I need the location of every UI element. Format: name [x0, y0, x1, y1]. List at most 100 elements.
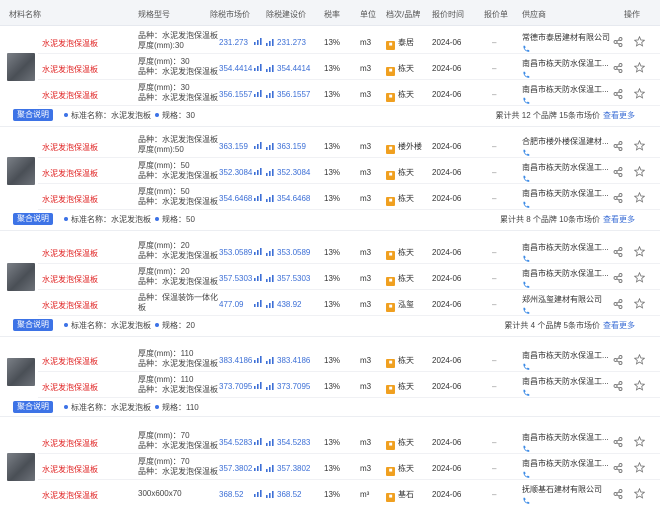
- share-icon[interactable]: [613, 381, 623, 391]
- suggest-price-value[interactable]: 354.5283: [277, 438, 310, 447]
- price-trend-icon[interactable]: [266, 301, 274, 308]
- market-price[interactable]: 354.4414: [219, 64, 252, 73]
- phone-icon[interactable]: [522, 307, 530, 315]
- market-price-value[interactable]: 368.52: [219, 490, 243, 499]
- favorite-star-icon[interactable]: [633, 191, 646, 203]
- market-price-value[interactable]: 231.273: [219, 38, 248, 47]
- material-name-link[interactable]: 水泥发泡保温板: [42, 64, 98, 75]
- view-more-link[interactable]: 查看更多: [603, 111, 635, 120]
- market-price[interactable]: 354.6468: [219, 194, 252, 203]
- suggest-price[interactable]: 357.3802: [266, 464, 310, 473]
- supplier-name-link[interactable]: 抚顺基石建材有限公司: [522, 485, 602, 494]
- supplier-name-link[interactable]: 南昌市栋天防水保温工...: [522, 351, 609, 360]
- market-price-value[interactable]: 477.09: [219, 300, 243, 309]
- supplier[interactable]: 南昌市栋天防水保温工...: [522, 350, 609, 371]
- supplier[interactable]: 南昌市栋天防水保温工...: [522, 376, 609, 397]
- phone-icon[interactable]: [522, 71, 530, 79]
- market-price-value[interactable]: 383.4186: [219, 356, 252, 365]
- market-price[interactable]: 477.09: [219, 300, 243, 309]
- material-name-link[interactable]: 水泥发泡保温板: [42, 142, 98, 153]
- material-name-link[interactable]: 水泥发泡保温板: [42, 356, 98, 367]
- suggest-price-value[interactable]: 352.3084: [277, 168, 310, 177]
- favorite-star-icon[interactable]: [633, 271, 646, 283]
- suggest-price-value[interactable]: 357.3802: [277, 464, 310, 473]
- phone-icon[interactable]: [522, 497, 530, 505]
- brand[interactable]: ■ 栋天: [386, 355, 414, 368]
- brand-name[interactable]: 栋天: [398, 248, 414, 257]
- material-name-link[interactable]: 水泥发泡保温板: [42, 490, 98, 501]
- suggest-price-value[interactable]: 354.6468: [277, 194, 310, 203]
- supplier[interactable]: 常德市泰居建材有限公司: [522, 32, 610, 53]
- price-trend-icon[interactable]: [266, 439, 274, 446]
- brand[interactable]: ■ 栋天: [386, 247, 414, 260]
- price-trend-icon[interactable]: [254, 382, 262, 389]
- suggest-price[interactable]: 368.52: [266, 490, 301, 499]
- share-icon[interactable]: [613, 299, 623, 309]
- supplier[interactable]: 南昌市栋天防水保温工...: [522, 84, 609, 105]
- supplier-name-link[interactable]: 南昌市栋天防水保温工...: [522, 85, 609, 94]
- material-name-link[interactable]: 水泥发泡保温板: [42, 274, 98, 285]
- share-icon[interactable]: [613, 141, 623, 151]
- price-trend-icon[interactable]: [254, 464, 262, 471]
- supplier-name-link[interactable]: 南昌市栋天防水保温工...: [522, 459, 609, 468]
- view-more-link[interactable]: 查看更多: [603, 321, 635, 330]
- brand-name[interactable]: 栋天: [398, 90, 414, 99]
- share-icon[interactable]: [613, 167, 623, 177]
- suggest-price-value[interactable]: 356.1557: [277, 90, 310, 99]
- price-trend-icon[interactable]: [266, 91, 274, 98]
- brand-name[interactable]: 栋天: [398, 438, 414, 447]
- supplier-name-link[interactable]: 南昌市栋天防水保温工...: [522, 163, 609, 172]
- phone-icon[interactable]: [522, 471, 530, 479]
- supplier-name-link[interactable]: 合肥市楼外楼保温建材...: [522, 137, 609, 146]
- col-suggest-price[interactable]: 除税建设价: [266, 9, 306, 20]
- material-name-link[interactable]: 水泥发泡保温板: [42, 438, 98, 449]
- material-name-link[interactable]: 水泥发泡保温板: [42, 464, 98, 475]
- share-icon[interactable]: [613, 489, 623, 499]
- material-name-link[interactable]: 水泥发泡保温板: [42, 168, 98, 179]
- supplier-name-link[interactable]: 南昌市栋天防水保温工...: [522, 377, 609, 386]
- price-trend-icon[interactable]: [266, 383, 274, 390]
- market-price[interactable]: 356.1557: [219, 90, 252, 99]
- price-trend-icon[interactable]: [266, 39, 274, 46]
- phone-icon[interactable]: [522, 281, 530, 289]
- share-icon[interactable]: [613, 273, 623, 283]
- market-price-value[interactable]: 357.5303: [219, 274, 252, 283]
- price-trend-icon[interactable]: [266, 491, 274, 498]
- market-price[interactable]: 357.5303: [219, 274, 252, 283]
- col-market-price[interactable]: 除税市场价: [210, 9, 250, 20]
- brand-name[interactable]: 栋天: [398, 274, 414, 283]
- share-icon[interactable]: [613, 437, 623, 447]
- brand[interactable]: ■ 泰居: [386, 37, 414, 50]
- suggest-price[interactable]: 373.7095: [266, 382, 310, 391]
- material-name-link[interactable]: 水泥发泡保温板: [42, 382, 98, 393]
- material-name-link[interactable]: 水泥发泡保温板: [42, 194, 98, 205]
- brand[interactable]: ■ 栋天: [386, 193, 414, 206]
- brand[interactable]: ■ 栋天: [386, 89, 414, 102]
- favorite-star-icon[interactable]: [633, 379, 646, 391]
- phone-icon[interactable]: [522, 175, 530, 183]
- market-price[interactable]: 363.159: [219, 142, 248, 151]
- phone-icon[interactable]: [522, 45, 530, 53]
- phone-icon[interactable]: [522, 149, 530, 157]
- suggest-price-value[interactable]: 383.4186: [277, 356, 310, 365]
- supplier[interactable]: 南昌市栋天防水保温工...: [522, 188, 609, 209]
- market-price-value[interactable]: 353.0589: [219, 248, 252, 257]
- suggest-price[interactable]: 363.159: [266, 142, 306, 151]
- price-trend-icon[interactable]: [266, 195, 274, 202]
- phone-icon[interactable]: [522, 255, 530, 263]
- suggest-price[interactable]: 357.5303: [266, 274, 310, 283]
- market-price[interactable]: 357.3802: [219, 464, 252, 473]
- market-price[interactable]: 231.273: [219, 38, 248, 47]
- market-price[interactable]: 368.52: [219, 490, 243, 499]
- brand[interactable]: ■ 楼外楼: [386, 141, 422, 154]
- price-trend-icon[interactable]: [254, 142, 262, 149]
- supplier-name-link[interactable]: 南昌市栋天防水保温工...: [522, 269, 609, 278]
- market-price[interactable]: 353.0589: [219, 248, 252, 257]
- brand[interactable]: ■ 栋天: [386, 381, 414, 394]
- view-more-link[interactable]: 查看更多: [603, 215, 635, 224]
- price-trend-icon[interactable]: [254, 274, 262, 281]
- supplier-name-link[interactable]: 南昌市栋天防水保温工...: [522, 433, 609, 442]
- favorite-star-icon[interactable]: [633, 139, 646, 151]
- brand[interactable]: ■ 栋天: [386, 463, 414, 476]
- share-icon[interactable]: [613, 247, 623, 257]
